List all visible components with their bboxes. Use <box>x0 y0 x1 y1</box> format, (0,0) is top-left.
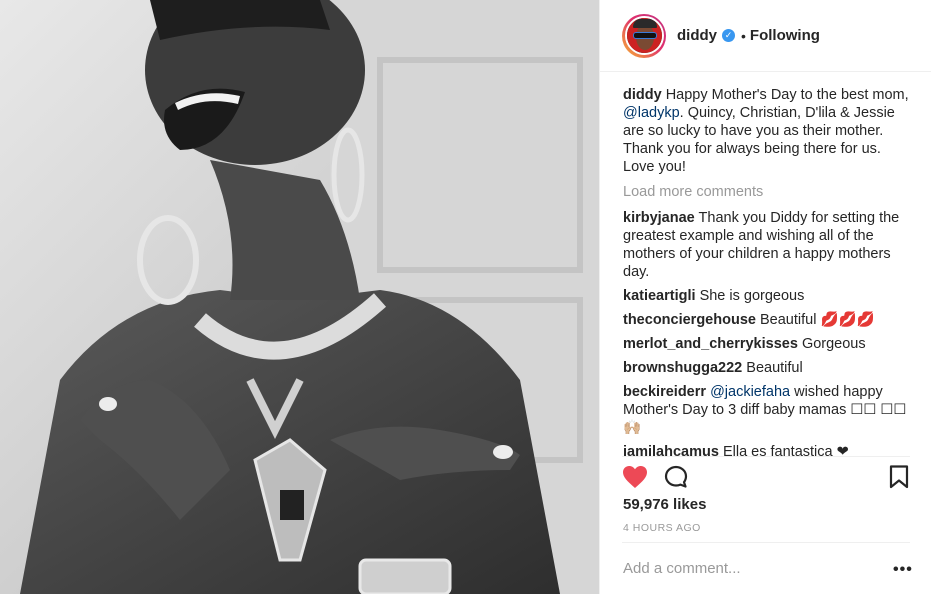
bookmark-icon[interactable] <box>888 465 910 494</box>
more-options-icon[interactable]: ••• <box>893 561 913 579</box>
comment-icon[interactable] <box>664 465 688 494</box>
comment-text: She is gorgeous <box>699 288 805 304</box>
comment-username[interactable]: beckireiderr <box>623 384 706 400</box>
list-item: jamilahcamus Ella es fantastica ❤ <box>623 443 916 456</box>
comment-username[interactable]: theconciergehouse <box>623 312 756 328</box>
comment-text: Gorgeous <box>801 336 866 352</box>
caption-mention[interactable]: @ladykp <box>623 105 680 121</box>
list-item: kirbyjanae Thank you Diddy for setting t… <box>623 209 916 281</box>
following-button[interactable]: Following <box>750 27 820 44</box>
post-sidebar: diddy ✓ • Following diddy Happy Mother's… <box>599 0 931 594</box>
comment-username[interactable]: kirbyjanae <box>623 210 695 226</box>
add-comment-input[interactable] <box>623 560 873 577</box>
comment-text: Beautiful 💋💋💋 <box>759 312 875 328</box>
divider <box>622 456 910 457</box>
likes-count[interactable]: 59,976 likes <box>623 496 706 513</box>
header-separator: • <box>741 27 746 44</box>
heart-filled-icon[interactable] <box>622 465 648 494</box>
post-caption: diddy Happy Mother's Day to the best mom… <box>623 86 916 176</box>
comment-username[interactable]: merlot_and_cherrykisses <box>623 336 798 352</box>
caption-username[interactable]: diddy <box>623 87 662 103</box>
comment-username[interactable]: brownshugga222 <box>623 360 742 376</box>
caption-text-before: Happy Mother's Day to the best mom, <box>665 87 909 103</box>
comments-list[interactable]: diddy Happy Mother's Day to the best mom… <box>600 72 931 456</box>
verified-badge-icon: ✓ <box>722 29 735 42</box>
profile-avatar[interactable] <box>622 13 666 58</box>
post-photo[interactable] <box>0 0 599 594</box>
header-username[interactable]: diddy <box>677 27 717 44</box>
comment-username[interactable]: jamilahcamus <box>623 444 719 456</box>
list-item: theconciergehouse Beautiful 💋💋💋 <box>623 311 916 329</box>
post-photo-illustration <box>0 0 599 594</box>
list-item: beckireiderr @jackiefaha wished happy Mo… <box>623 383 916 437</box>
post-actions: 59,976 likes 4 HOURS AGO ••• <box>600 456 931 594</box>
comment-mention[interactable]: @jackiefaha <box>710 384 790 400</box>
comment-text: Beautiful <box>746 360 803 376</box>
post-timestamp[interactable]: 4 HOURS AGO <box>623 522 701 534</box>
divider <box>622 542 910 543</box>
list-item: merlot_and_cherrykisses Gorgeous <box>623 335 916 353</box>
comment-username[interactable]: katieartigli <box>623 288 696 304</box>
post-header: diddy ✓ • Following <box>600 0 931 72</box>
load-more-comments-button[interactable]: Load more comments <box>623 183 916 201</box>
list-item: katieartigli She is gorgeous <box>623 287 916 305</box>
list-item: brownshugga222 Beautiful <box>623 359 916 377</box>
comment-text: Ella es fantastica ❤ <box>722 444 849 456</box>
